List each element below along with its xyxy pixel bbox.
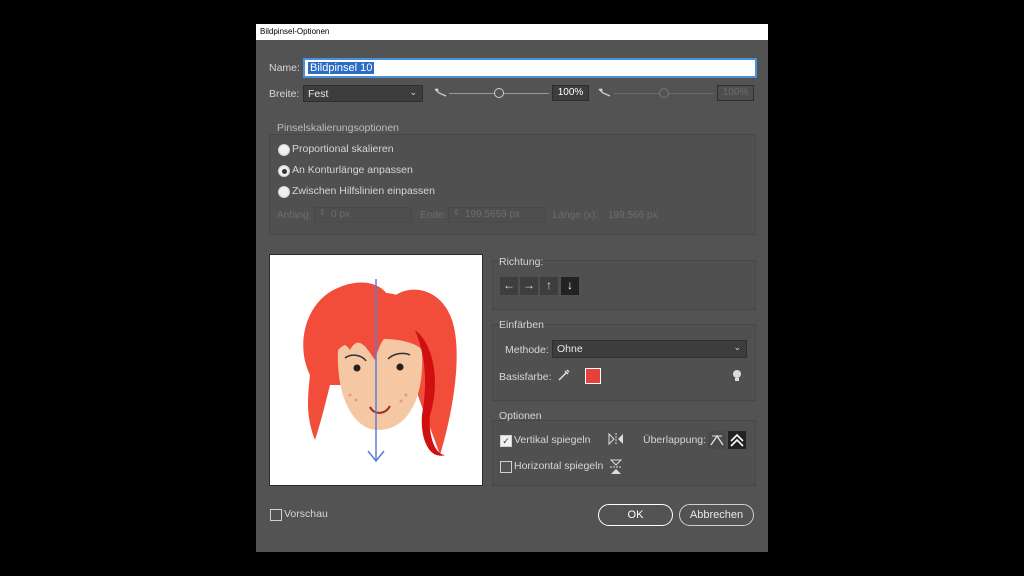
radio-fit-guides[interactable] xyxy=(278,186,290,198)
lightbulb-tip-icon[interactable] xyxy=(731,368,743,384)
direction-right-button[interactable]: → xyxy=(520,277,538,295)
method-label: Methode: xyxy=(505,344,549,356)
stepper-icon: ⇕ xyxy=(319,208,326,217)
direction-up-button[interactable]: ↑ xyxy=(540,277,558,295)
radio-fit-guides-label: Zwischen Hilfslinien einpassen xyxy=(292,185,435,197)
flip-vertical-icon xyxy=(608,432,623,446)
direction-left-button[interactable]: ← xyxy=(500,277,518,295)
brush-preview-art xyxy=(303,279,457,463)
brush-preview xyxy=(269,254,483,486)
chevron-down-icon: ⌄ xyxy=(409,87,417,97)
width-slider-handle[interactable] xyxy=(494,88,504,98)
overlap-adjust-icon xyxy=(710,434,724,446)
overlap-label: Überlappung: xyxy=(643,434,707,446)
width-percent-field-2: 100% xyxy=(717,85,754,101)
stepper-icon: ⇕ xyxy=(453,208,460,217)
flip-horizontal-icon xyxy=(609,459,623,474)
radio-proportional-label: Proportional skalieren xyxy=(292,143,394,155)
eyedropper-icon[interactable] xyxy=(556,367,572,383)
radio-proportional[interactable] xyxy=(278,144,290,156)
width-select-value: Fest xyxy=(308,88,329,100)
options-title: Optionen xyxy=(499,410,542,422)
radio-fit-stroke-length[interactable] xyxy=(278,165,290,177)
width-percent-field[interactable]: 100% xyxy=(552,85,589,101)
end-value: 199,5659 px xyxy=(465,209,521,220)
title-bar: Bildpinsel-Optionen xyxy=(256,24,768,40)
scaling-title: Pinselskalierungsoptionen xyxy=(277,122,399,134)
overlap-none-button[interactable] xyxy=(728,431,746,449)
colorize-title: Einfärben xyxy=(499,319,544,331)
name-label: Name: xyxy=(269,62,300,74)
end-field: ⇕ 199,5659 px xyxy=(448,207,546,223)
key-color-swatch[interactable] xyxy=(585,368,601,384)
direction-down-button[interactable]: ↓ xyxy=(561,277,579,295)
max-width-icon xyxy=(598,88,611,97)
name-input-value: Bildpinsel 10 xyxy=(308,62,375,74)
start-field: ⇕ 0 px xyxy=(314,207,412,223)
width-label: Breite: xyxy=(269,88,300,100)
flip-vertical-checkbox[interactable]: ✓ xyxy=(500,435,512,447)
method-select[interactable]: Ohne ⌄ xyxy=(552,340,747,358)
window-title: Bildpinsel-Optionen xyxy=(260,27,330,36)
length-value: 199,566 px xyxy=(608,210,658,221)
length-label: Länge (x): xyxy=(553,210,599,221)
chevron-down-icon: ⌄ xyxy=(733,342,741,352)
min-width-icon xyxy=(434,88,447,97)
start-value: 0 px xyxy=(331,209,350,220)
key-color-label: Basisfarbe: xyxy=(499,371,552,383)
end-label: Ende: xyxy=(420,210,447,221)
preview-checkbox[interactable] xyxy=(270,509,282,521)
method-select-value: Ohne xyxy=(557,343,583,355)
brush-options-dialog: Bildpinsel-Optionen Name: Bildpinsel 10 … xyxy=(256,24,768,552)
overlap-none-icon xyxy=(730,433,744,447)
flip-vertical-label: Vertikal spiegeln xyxy=(514,434,591,446)
flip-horizontal-checkbox[interactable] xyxy=(500,461,512,473)
preview-label: Vorschau xyxy=(284,508,328,520)
ok-button[interactable]: OK xyxy=(598,504,673,526)
radio-fit-stroke-length-label: An Konturlänge anpassen xyxy=(292,164,413,176)
colorize-group xyxy=(492,324,756,401)
overlap-adjust-button[interactable] xyxy=(708,431,726,449)
width-slider-2-handle xyxy=(659,88,669,98)
name-input[interactable]: Bildpinsel 10 xyxy=(304,59,756,77)
options-group xyxy=(492,420,756,486)
start-label: Anfang: xyxy=(277,210,312,221)
direction-label: Richtung: xyxy=(499,256,544,268)
width-select[interactable]: Fest ⌄ xyxy=(303,85,423,102)
cancel-button[interactable]: Abbrechen xyxy=(679,504,754,526)
flip-horizontal-label: Horizontal spiegeln xyxy=(514,460,604,472)
